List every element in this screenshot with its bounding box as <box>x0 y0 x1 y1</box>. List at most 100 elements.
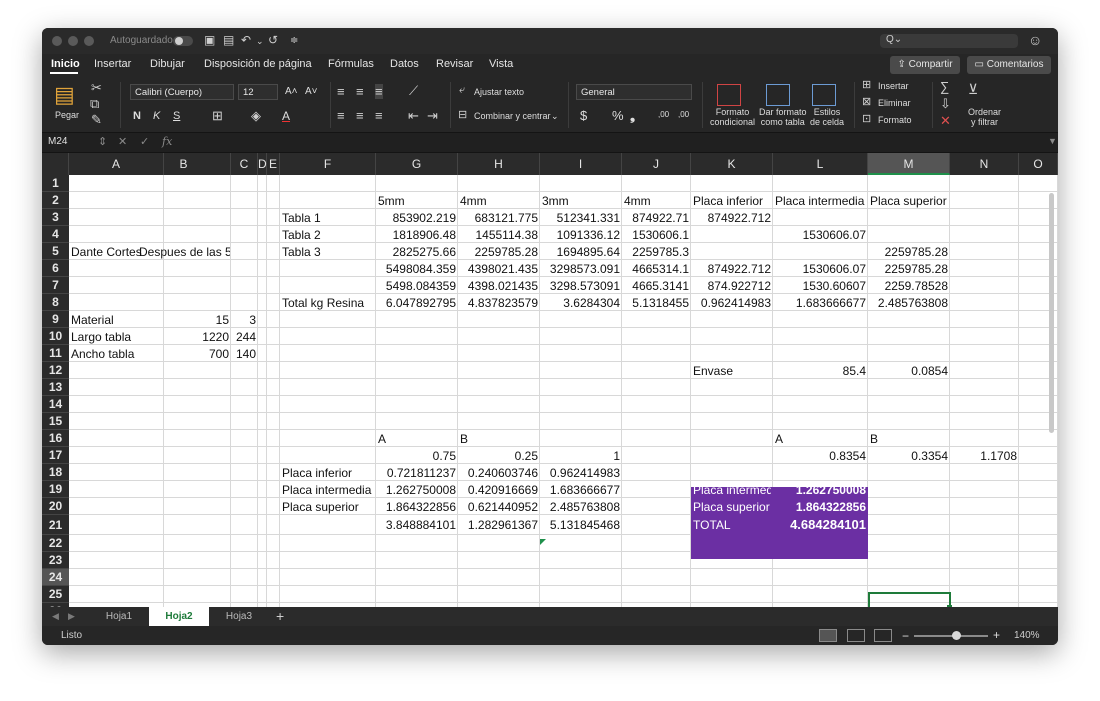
italic-icon[interactable]: K <box>153 110 160 122</box>
column-header-f[interactable]: F <box>280 153 376 175</box>
wrap-text-button[interactable]: Ajustar texto <box>474 87 524 97</box>
row-header-20[interactable]: 20 <box>42 498 69 515</box>
cell-k8[interactable]: 0.962414983 <box>693 295 771 311</box>
column-header-k[interactable]: K <box>691 153 773 175</box>
column-header-m[interactable]: M <box>868 153 950 175</box>
cell-i21[interactable]: 5.131845468 <box>542 517 620 533</box>
function-fx-icon[interactable]: fx <box>162 135 172 148</box>
zoom-level[interactable]: 140% <box>1014 630 1040 641</box>
row-header-25[interactable]: 25 <box>42 586 69 603</box>
save-icon[interactable]: ▤ <box>223 33 234 47</box>
zoom-slider-knob[interactable] <box>952 631 961 640</box>
borders-icon[interactable]: ⊞ <box>212 108 223 124</box>
tab-dibujar[interactable]: Dibujar <box>150 58 185 70</box>
sidebar-icon[interactable]: ▣ <box>204 33 215 47</box>
align-top-icon[interactable]: ≡ <box>337 84 345 99</box>
feedback-smiley-icon[interactable]: ☺ <box>1028 32 1042 48</box>
cell-b11[interactable]: 700 <box>139 346 229 362</box>
select-all-corner[interactable] <box>42 153 69 175</box>
row-header-16[interactable]: 16 <box>42 430 69 447</box>
delete-cells-button[interactable]: Eliminar <box>878 98 911 108</box>
column-header-c[interactable]: C <box>231 153 258 175</box>
zoom-in-icon[interactable]: + <box>993 628 1000 642</box>
cell-b10[interactable]: 1220 <box>139 329 229 345</box>
fill-icon[interactable]: ⇩ <box>940 96 951 112</box>
column-header-o[interactable]: O <box>1019 153 1058 175</box>
cell-l7[interactable]: 1530.60607 <box>775 278 866 294</box>
merge-center-icon[interactable]: ⊟ <box>458 108 467 121</box>
align-right-icon[interactable]: ≡ <box>375 108 383 123</box>
increase-indent-icon[interactable]: ⇥ <box>427 108 438 124</box>
cell-j3[interactable]: 874922.71 <box>624 210 689 226</box>
row-header-14[interactable]: 14 <box>42 396 69 413</box>
sheet-tab-hoja3[interactable]: Hoja3 <box>210 607 268 626</box>
insert-cells-button[interactable]: Insertar <box>878 81 909 91</box>
font-name-select[interactable]: Calibri (Cuerpo) <box>130 84 234 100</box>
format-painter-icon[interactable]: ✎ <box>91 112 102 128</box>
orientation-icon[interactable]: ⟋ <box>409 83 418 99</box>
cell-k6[interactable]: 874922.712 <box>693 261 771 277</box>
cell-i6[interactable]: 3298573.091 <box>542 261 620 277</box>
cell-k20[interactable]: Placa superior <box>693 499 771 515</box>
row-header-3[interactable]: 3 <box>42 209 69 226</box>
cell-m2[interactable]: Placa superior <box>870 193 992 209</box>
cell-h7[interactable]: 4398.021435 <box>460 278 538 294</box>
row-header-21[interactable]: 21 <box>42 515 69 535</box>
cell-h6[interactable]: 4398021.435 <box>460 261 538 277</box>
cell-g8[interactable]: 6.047892795 <box>378 295 456 311</box>
tab-vista[interactable]: Vista <box>489 58 513 70</box>
vertical-scrollbar[interactable] <box>1049 193 1054 433</box>
font-color-icon[interactable]: A <box>282 109 290 123</box>
expand-formula-icon[interactable]: ▼ <box>1048 136 1057 146</box>
tab-datos[interactable]: Datos <box>390 58 419 70</box>
row-header-23[interactable]: 23 <box>42 552 69 569</box>
zoom-slider[interactable] <box>914 635 988 637</box>
cell-h16[interactable]: B <box>460 431 538 447</box>
cell-h2[interactable]: 4mm <box>460 193 538 209</box>
column-header-b[interactable]: B <box>137 153 231 175</box>
minimize-window-button[interactable] <box>68 36 78 46</box>
confirm-entry-icon[interactable]: ✓ <box>140 135 149 148</box>
column-header-e[interactable]: E <box>267 153 280 175</box>
decrease-decimal-icon[interactable]: ,00 <box>678 110 689 119</box>
cell-l4[interactable]: 1530606.07 <box>775 227 866 243</box>
cell-g7[interactable]: 5498.084359 <box>378 278 456 294</box>
cell-g3[interactable]: 853902.219 <box>378 210 456 226</box>
cell-g5[interactable]: 2825275.66 <box>378 244 456 260</box>
row-header-10[interactable]: 10 <box>42 328 69 345</box>
cell-g4[interactable]: 1818906.48 <box>378 227 456 243</box>
cell-l19[interactable]: 1.262750008 <box>775 482 866 498</box>
cell-j6[interactable]: 4665314.1 <box>624 261 689 277</box>
copy-icon[interactable]: ⧉ <box>90 96 99 112</box>
cell-l6[interactable]: 1530606.07 <box>775 261 866 277</box>
conditional-format-icon[interactable] <box>717 84 741 106</box>
column-header-l[interactable]: L <box>773 153 868 175</box>
row-header-12[interactable]: 12 <box>42 362 69 379</box>
name-box-stepper-icon[interactable]: ⇕ <box>98 135 107 148</box>
active-cell-selection[interactable] <box>868 592 951 607</box>
column-header-h[interactable]: H <box>458 153 540 175</box>
formula-input[interactable] <box>182 135 1048 149</box>
row-header-15[interactable]: 15 <box>42 413 69 430</box>
row-header-1[interactable]: 1 <box>42 175 69 192</box>
tab-inicio[interactable]: Inicio <box>51 58 80 70</box>
cell-k7[interactable]: 874.922712 <box>693 278 771 294</box>
zoom-window-button[interactable] <box>84 36 94 46</box>
paste-label[interactable]: Pegar <box>55 110 79 120</box>
row-header-22[interactable]: 22 <box>42 535 69 552</box>
tab-insertar[interactable]: Insertar <box>94 58 131 70</box>
merge-dropdown-icon[interactable]: ⌄ <box>551 111 559 122</box>
cell-m5[interactable]: 2259785.28 <box>870 244 948 260</box>
row-header-5[interactable]: 5 <box>42 243 69 260</box>
cell-j7[interactable]: 4665.3141 <box>624 278 689 294</box>
align-middle-icon[interactable]: ≡ <box>356 84 364 99</box>
cell-b5[interactable]: Despues de las 5 <box>139 244 230 260</box>
cell-g6[interactable]: 5498084.359 <box>378 261 456 277</box>
cell-i5[interactable]: 1694895.64 <box>542 244 620 260</box>
autosave-toggle[interactable] <box>173 36 193 46</box>
cell-c10[interactable]: 244 <box>233 329 256 345</box>
cell-k3[interactable]: 874922.712 <box>693 210 771 226</box>
fill-color-icon[interactable]: ◈ <box>251 108 261 124</box>
cut-icon[interactable]: ✂ <box>91 80 102 96</box>
sheet-tab-hoja1[interactable]: Hoja1 <box>90 607 148 626</box>
